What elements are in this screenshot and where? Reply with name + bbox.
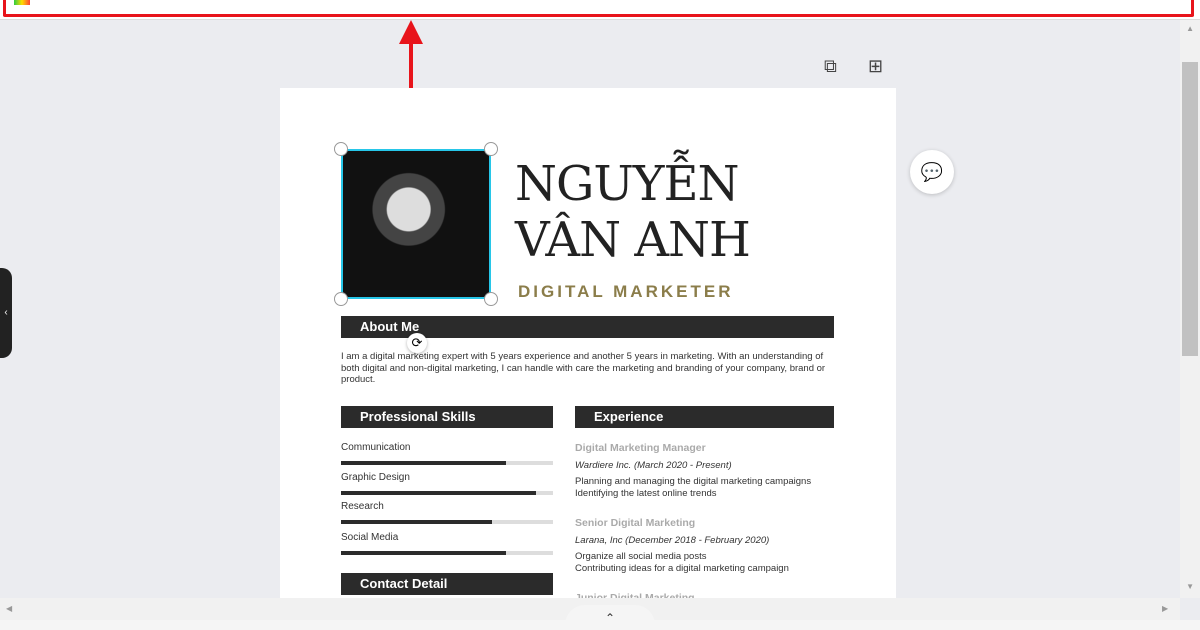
expand-pages-button[interactable]: ⌃ xyxy=(565,605,655,630)
resize-handle[interactable] xyxy=(484,292,498,306)
resize-handle[interactable] xyxy=(334,292,348,306)
skill-track xyxy=(341,551,553,555)
skill-item[interactable]: Graphic Design xyxy=(341,472,553,495)
job-duty: Contributing ideas for a digital marketi… xyxy=(575,563,845,575)
name-line-1: NGUYỄN xyxy=(515,156,750,212)
job-company: Larana, Inc (December 2018 - February 20… xyxy=(575,535,845,547)
skill-track xyxy=(341,491,553,495)
job-company: Wardiere Inc. (March 2020 - Present) xyxy=(575,460,845,472)
scroll-left-icon[interactable]: ◀ xyxy=(6,604,12,613)
scrollbar-thumb[interactable] xyxy=(1182,62,1198,356)
skill-label: Graphic Design xyxy=(341,472,553,483)
name-line-2: VÂN ANH xyxy=(515,212,750,268)
skill-label: Research xyxy=(341,501,553,512)
skill-fill xyxy=(341,551,506,555)
resume-role[interactable]: DIGITAL MARKETER xyxy=(518,282,733,302)
experience-item[interactable]: Digital Marketing Manager Wardiere Inc. … xyxy=(575,443,845,499)
skill-fill xyxy=(341,461,506,465)
experience-item[interactable]: Senior Digital Marketing Larana, Inc (De… xyxy=(575,518,845,574)
job-title: Senior Digital Marketing xyxy=(575,518,845,530)
highlight-box xyxy=(3,0,1194,17)
about-text[interactable]: I am a digital marketing expert with 5 y… xyxy=(341,351,836,386)
skill-label: Social Media xyxy=(341,532,553,543)
resize-handle[interactable] xyxy=(334,142,348,156)
resume-name[interactable]: NGUYỄNVÂN ANH xyxy=(515,156,750,268)
collapse-panel-button[interactable]: ‹ xyxy=(0,268,12,358)
add-comment-button[interactable]: 💬 xyxy=(910,150,954,194)
scroll-right-icon[interactable]: ▶ xyxy=(1162,604,1168,613)
skill-track xyxy=(341,520,553,524)
skill-fill xyxy=(341,520,492,524)
scroll-down-icon[interactable]: ▼ xyxy=(1186,582,1194,591)
job-duty: Organize all social media posts xyxy=(575,551,845,563)
duplicate-page-icon[interactable]: ⧉ xyxy=(824,56,837,77)
resume-page[interactable]: NGUYỄNVÂN ANH DIGITAL MARKETER About Me … xyxy=(280,88,896,608)
job-duty: Planning and managing the digital market… xyxy=(575,476,845,488)
skill-item[interactable]: Social Media xyxy=(341,532,553,555)
skill-item[interactable]: Research xyxy=(341,501,553,524)
job-duty: Identifying the latest online trends xyxy=(575,488,845,500)
contact-heading[interactable]: Contact Detail xyxy=(341,573,553,595)
skill-item[interactable]: Communication xyxy=(341,442,553,465)
skill-label: Communication xyxy=(341,442,553,453)
add-page-icon[interactable]: ⊞ xyxy=(868,56,883,77)
resize-handle[interactable] xyxy=(484,142,498,156)
scroll-up-icon[interactable]: ▲ xyxy=(1186,24,1194,33)
job-title: Digital Marketing Manager xyxy=(575,443,845,455)
vertical-scrollbar[interactable] xyxy=(1180,20,1200,598)
skill-fill xyxy=(341,491,536,495)
skill-track xyxy=(341,461,553,465)
profile-photo[interactable] xyxy=(341,149,491,299)
experience-heading[interactable]: Experience xyxy=(575,406,834,428)
skills-heading[interactable]: Professional Skills xyxy=(341,406,553,428)
rotate-icon[interactable]: ⟳ xyxy=(407,333,427,353)
